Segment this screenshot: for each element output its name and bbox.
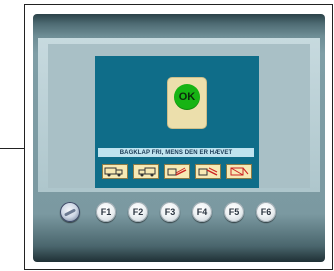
- f5-button[interactable]: F5: [224, 202, 244, 222]
- f1-button[interactable]: F1: [96, 202, 116, 222]
- tailgate-fold-icon[interactable]: [226, 163, 252, 179]
- truck-right-icon[interactable]: [133, 163, 159, 179]
- vehicle-icon-strip: [102, 162, 252, 180]
- f6-button[interactable]: F6: [256, 202, 276, 222]
- tailgate-ramp-icon[interactable]: [164, 163, 190, 179]
- leader-line: [0, 148, 24, 149]
- ok-button[interactable]: OK: [174, 84, 200, 110]
- f3-button[interactable]: F3: [160, 202, 180, 222]
- power-button[interactable]: [60, 202, 80, 222]
- status-message: BAGKLAP FRI, MENS DEN ER HÆVET: [98, 148, 254, 157]
- f4-button[interactable]: F4: [192, 202, 212, 222]
- power-icon: [63, 207, 77, 217]
- function-key-row: F1 F2 F3 F4 F5 F6: [60, 202, 300, 224]
- truck-left-icon[interactable]: [102, 163, 128, 179]
- tailgate-tilt-icon[interactable]: [195, 163, 221, 179]
- f2-button[interactable]: F2: [128, 202, 148, 222]
